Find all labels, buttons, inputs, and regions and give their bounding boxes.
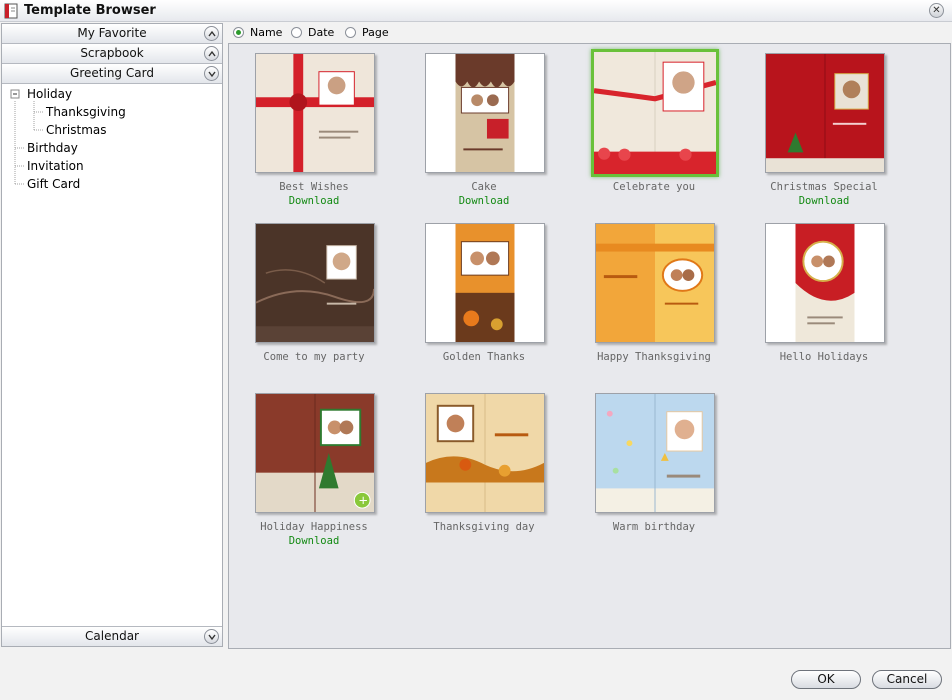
template-thumbnail[interactable] [425,393,545,513]
tree-item-label: Gift Card [27,177,81,191]
sort-by-name-radio[interactable]: Name [233,24,282,42]
template-title: Golden Thanks [442,351,526,363]
tree-item-label: Christmas [46,123,107,137]
section-label: Scrapbook [80,46,144,60]
template-thumbnail[interactable] [595,393,715,513]
template-thumbnail[interactable] [425,53,545,173]
tree-item-thanksgiving[interactable]: Thanksgiving [46,103,126,121]
card-preview-image [426,54,544,172]
template-card-golden-thanks[interactable]: Golden Thanks [399,214,569,374]
template-thumbnail[interactable] [425,223,545,343]
section-label: Calendar [85,629,139,643]
template-title: Warm birthday [612,521,696,533]
chevron-up-icon[interactable] [204,46,219,61]
svg-text:+: + [358,493,368,507]
radio-unchecked-icon [291,26,302,38]
category-tree: Holiday Thanksgiving Christmas Birthday … [2,87,222,627]
chevron-up-icon[interactable] [204,26,219,41]
chevron-down-icon[interactable] [204,629,219,644]
section-scrapbook[interactable]: Scrapbook [2,44,222,64]
download-link[interactable]: Download [399,195,569,207]
book-icon [4,3,19,19]
template-thumbnail[interactable] [595,223,715,343]
template-title: Thanksgiving day [433,521,535,533]
template-thumbnail[interactable]: + [255,393,375,513]
template-card-holiday-happiness[interactable]: + Holiday Happiness Download [229,384,399,547]
section-greeting-card[interactable]: Greeting Card [2,64,222,84]
template-title: Holiday Happiness [260,521,368,533]
template-thumbnail[interactable] [255,53,375,173]
template-title: Come to my party [263,351,365,363]
card-preview-image [594,52,716,174]
template-title: Hello Holidays [779,351,869,363]
template-thumbnail[interactable] [255,223,375,343]
card-preview-image [426,394,544,512]
ok-button[interactable]: OK [791,670,861,689]
card-preview-image [596,394,714,512]
sort-by-date-radio[interactable]: Date [291,24,334,42]
tree-item-label: Invitation [27,159,84,173]
close-icon: ✕ [932,5,941,16]
template-card-thanksgiving-day[interactable]: Thanksgiving day [399,384,569,544]
template-title: Christmas Special [770,181,878,193]
card-preview-image [256,224,374,342]
chevron-down-icon[interactable] [204,66,219,81]
template-title: Best Wishes [279,181,349,193]
radio-unchecked-icon [345,26,356,38]
template-title: Cake [471,181,497,193]
template-title: Celebrate you [612,181,696,193]
card-preview-image [766,224,884,342]
template-card-cake[interactable]: Cake Download [399,44,569,207]
tree-item-birthday[interactable]: Birthday [27,139,78,157]
template-card-warm-birthday[interactable]: Warm birthday [569,384,739,544]
tree-item-invitation[interactable]: Invitation [27,157,84,175]
section-calendar[interactable]: Calendar [2,626,222,646]
card-preview-image [256,54,374,172]
tree-item-label: Holiday [27,87,73,101]
card-preview-image [426,224,544,342]
section-label: My Favorite [77,26,147,40]
sort-by-page-radio[interactable]: Page [345,24,389,42]
cancel-button[interactable]: Cancel [872,670,942,689]
tree-item-label: Birthday [27,141,78,155]
template-card-happy-thanksgiving[interactable]: Happy Thanksgiving [569,214,739,374]
template-card-best-wishes[interactable]: Best Wishes Download [229,44,399,207]
template-thumbnail[interactable] [765,223,885,343]
tree-item-holiday[interactable]: Holiday [27,85,72,103]
card-preview-image: + [256,394,374,512]
download-link[interactable]: Download [739,195,909,207]
download-link[interactable]: Download [229,535,399,547]
card-preview-image [766,54,884,172]
template-card-christmas-special[interactable]: Christmas Special Download [739,44,909,207]
template-card-celebrate-you[interactable]: Celebrate you [569,44,739,204]
radio-label: Date [308,26,335,39]
window-title: Template Browser [24,3,156,18]
tree-item-gift-card[interactable]: Gift Card [27,175,80,193]
download-link[interactable]: Download [229,195,399,207]
close-button[interactable]: ✕ [929,3,944,18]
tree-item-christmas[interactable]: Christmas [46,121,107,139]
section-label: Greeting Card [70,66,154,80]
category-panel: My Favorite Scrapbook Greeting Card Holi… [1,23,223,647]
section-my-favorite[interactable]: My Favorite [2,24,222,44]
template-title: Happy Thanksgiving [597,351,711,363]
tree-item-label: Thanksgiving [46,105,126,119]
radio-label: Page [362,26,389,39]
template-grid: Best Wishes Download Cake Download Celeb… [228,43,951,649]
template-card-hello-holidays[interactable]: Hello Holidays [739,214,909,374]
radio-label: Name [250,26,283,39]
title-bar: Template Browser ✕ [0,0,952,22]
template-thumbnail-selected[interactable] [591,49,719,177]
template-card-come-to-my-party[interactable]: Come to my party [229,214,399,374]
radio-checked-icon [233,26,244,38]
template-thumbnail[interactable] [765,53,885,173]
card-preview-image [596,224,714,342]
